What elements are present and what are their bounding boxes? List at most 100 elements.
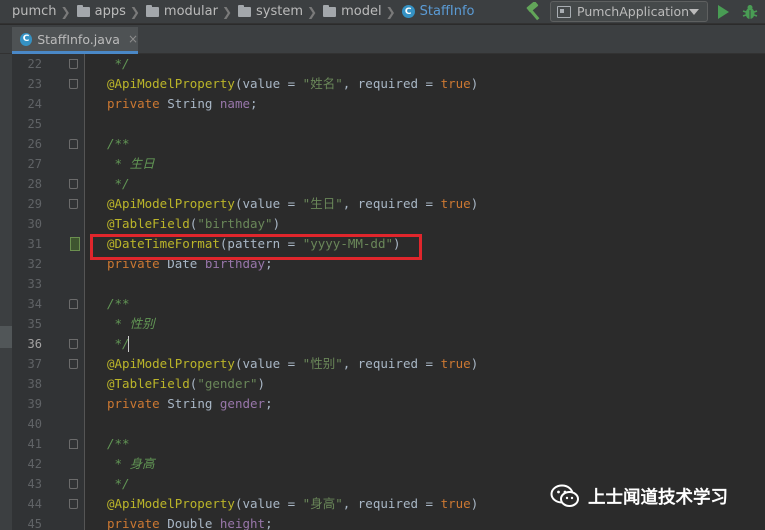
code-text: */ [107,176,130,191]
line-number: 27 [27,157,42,171]
highlight-annotation-box [90,234,422,260]
breadcrumb-item-pumch[interactable]: pumch ❯ [0,0,77,24]
folder-icon [323,4,337,17]
line-number: 39 [27,397,42,411]
breadcrumb-item-model[interactable]: model ❯ [323,0,402,24]
breadcrumb-label: model [341,4,382,19]
breadcrumb-label: system [256,4,304,19]
line-number: 35 [27,317,42,331]
breadcrumb: pumch ❯ apps ❯ modular ❯ system ❯ model ❯ C StaffIn… [0,0,475,24]
fold-marker-icon[interactable] [69,179,78,189]
edit-marker-icon [70,237,80,251]
line-number: 43 [27,477,42,491]
fold-marker-icon[interactable] [69,299,78,309]
line-number: 34 [27,297,42,311]
java-class-icon: C [401,5,415,18]
text-caret [128,336,129,352]
code-line[interactable]: 35 * 性别 [12,314,765,334]
line-number: 23 [27,77,42,91]
code-text: /** [107,136,130,151]
code-line[interactable]: 26 /** [12,134,765,154]
code-line[interactable]: 33 [12,274,765,294]
fold-marker-icon[interactable] [69,139,78,149]
code-line[interactable]: 38 @TableField("gender") [12,374,765,394]
code-line[interactable]: 30 @TableField("birthday") [12,214,765,234]
breadcrumb-item-apps[interactable]: apps ❯ [76,0,146,24]
chevron-right-icon: ❯ [385,4,396,19]
code-line[interactable]: 24 private String name; [12,94,765,114]
run-icon[interactable] [718,5,729,19]
close-icon[interactable]: × [128,32,138,46]
wechat-icon [550,484,579,507]
navigation-bar: pumch ❯ apps ❯ modular ❯ system ❯ model ❯ C StaffIn… [0,0,765,24]
fold-marker-icon[interactable] [69,359,78,369]
tab-staffinfo-java[interactable]: C StaffInfo.java × [12,27,138,54]
code-line[interactable]: 37 @ApiModelProperty(value = "性别", requir… [12,354,765,374]
line-number: 24 [27,97,42,111]
code-line[interactable]: 29 @ApiModelProperty(value = "生日", requir… [12,194,765,214]
code-text: * 生日 [107,156,155,171]
breadcrumb-label: modular [163,4,218,19]
code-line[interactable]: 27 * 生日 [12,154,765,174]
line-number: 42 [27,457,42,471]
code-text: @ApiModelProperty(value = "性别", required… [107,356,479,371]
code-line[interactable]: 22 */ [12,54,765,74]
watermark-text: 上士闻道技术学习 [588,487,728,508]
code-text: * 性别 [107,316,155,331]
line-number: 45 [27,517,42,530]
line-number: 31 [27,237,42,251]
line-number: 26 [27,137,42,151]
code-text: @ApiModelProperty(value = "姓名", required… [107,76,479,91]
code-text: /** [107,296,130,311]
breadcrumb-item-staffinfo[interactable]: C StaffInfo [401,0,475,24]
code-text: private Double height; [107,516,273,530]
tool-window-marker[interactable] [0,326,12,348]
breadcrumb-item-modular[interactable]: modular ❯ [145,0,238,24]
line-number: 22 [27,57,42,71]
line-number: 32 [27,257,42,271]
code-text: * 身高 [107,456,155,471]
fold-marker-icon[interactable] [69,59,78,69]
fold-marker-icon[interactable] [69,439,78,449]
fold-marker-icon[interactable] [69,499,78,509]
line-number: 41 [27,437,42,451]
line-number: 38 [27,377,42,391]
fold-marker-icon[interactable] [69,479,78,489]
code-line[interactable]: 39 private String gender; [12,394,765,414]
build-hammer-icon[interactable] [523,2,545,22]
fold-marker-icon[interactable] [69,339,78,349]
code-text: /** [107,436,130,451]
code-line[interactable]: 45 private Double height; [12,514,765,530]
code-line[interactable]: 34 /** [12,294,765,314]
code-text: */ [107,56,130,71]
fold-marker-icon[interactable] [69,199,78,209]
code-text: */ [107,336,130,351]
chevron-down-icon [689,9,699,15]
code-editor[interactable]: 22 */ 23 @ApiModelProperty(value = "姓名", r… [12,54,765,530]
code-line[interactable]: 36 */ [12,334,765,354]
code-text: private String name; [107,96,258,111]
chevron-right-icon: ❯ [307,4,318,19]
code-line[interactable]: 28 */ [12,174,765,194]
run-configuration-select[interactable]: PumchApplication [550,1,708,22]
code-line[interactable]: 40 [12,414,765,434]
line-number: 25 [27,117,42,131]
code-text: @TableField("gender") [107,376,266,391]
code-line[interactable]: 42 * 身高 [12,454,765,474]
code-text: @ApiModelProperty(value = "身高", required… [107,496,479,511]
breadcrumb-item-system[interactable]: system ❯ [238,0,323,24]
chevron-right-icon: ❯ [129,4,140,19]
line-number: 40 [27,417,42,431]
code-line[interactable]: 41 /** [12,434,765,454]
debug-bug-icon[interactable] [742,4,758,20]
breadcrumb-label: pumch [12,4,57,19]
code-line[interactable]: 25 [12,114,765,134]
breadcrumb-label: apps [94,4,126,19]
fold-marker-icon[interactable] [69,79,78,89]
tab-label: StaffInfo.java [37,31,120,47]
line-number: 36 [27,337,42,351]
java-class-icon: C [20,32,33,46]
code-line[interactable]: 23 @ApiModelProperty(value = "姓名", requir… [12,74,765,94]
line-number: 44 [27,497,42,511]
code-text: @ApiModelProperty(value = "生日", required… [107,196,479,211]
